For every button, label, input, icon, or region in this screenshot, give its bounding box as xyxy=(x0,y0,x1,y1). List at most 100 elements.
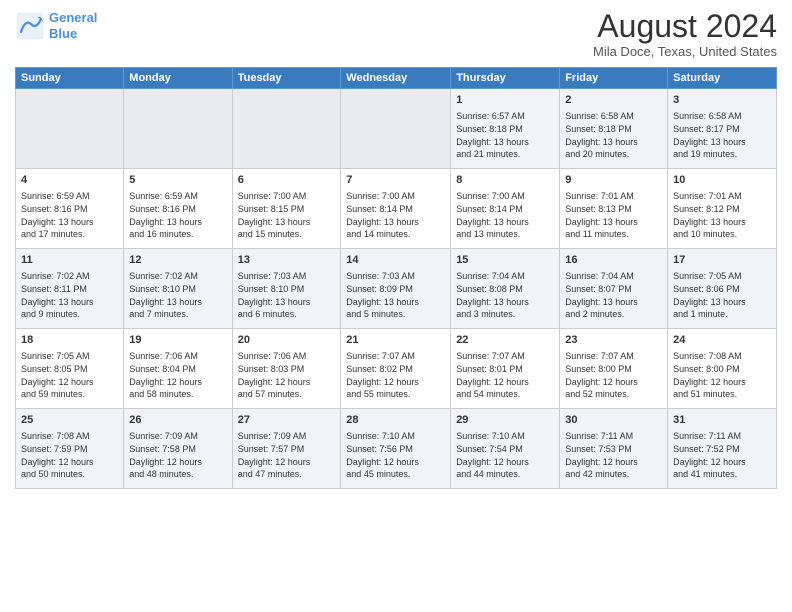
day-number: 16 xyxy=(565,253,662,268)
table-row: 4Sunrise: 6:59 AMSunset: 8:16 PMDaylight… xyxy=(16,169,124,249)
day-info: and 7 minutes. xyxy=(129,308,226,321)
day-number: 25 xyxy=(21,413,118,428)
day-info: and 55 minutes. xyxy=(346,388,445,401)
day-info: and 47 minutes. xyxy=(238,468,336,481)
day-info: and 57 minutes. xyxy=(238,388,336,401)
day-info: Sunset: 8:12 PM xyxy=(673,203,771,216)
day-info: and 15 minutes. xyxy=(238,228,336,241)
day-number: 14 xyxy=(346,253,445,268)
day-info: Sunrise: 7:05 AM xyxy=(673,270,771,283)
day-info: Sunset: 8:14 PM xyxy=(456,203,554,216)
day-info: Daylight: 13 hours xyxy=(21,216,118,229)
calendar-week-row: 18Sunrise: 7:05 AMSunset: 8:05 PMDayligh… xyxy=(16,329,777,409)
day-info: and 10 minutes. xyxy=(673,228,771,241)
day-number: 9 xyxy=(565,173,662,188)
calendar-week-row: 1Sunrise: 6:57 AMSunset: 8:18 PMDaylight… xyxy=(16,89,777,169)
col-sunday: Sunday xyxy=(16,68,124,89)
day-info: Sunrise: 6:57 AM xyxy=(456,110,554,123)
day-number: 30 xyxy=(565,413,662,428)
day-number: 27 xyxy=(238,413,336,428)
day-number: 18 xyxy=(21,333,118,348)
table-row: 27 Sunrise: 7:09 AMSunset: 7:57 PMDayligh… xyxy=(232,409,341,489)
day-number: 11 xyxy=(21,253,118,268)
day-info: Sunrise: 6:58 AM xyxy=(673,110,771,123)
day-info: Sunset: 8:13 PM xyxy=(565,203,662,216)
day-info: and 21 minutes. xyxy=(456,148,554,161)
col-monday: Monday xyxy=(124,68,232,89)
day-info: Sunrise: 7:09 AM xyxy=(238,430,336,443)
day-info: Daylight: 12 hours xyxy=(238,376,336,389)
day-info: and 44 minutes. xyxy=(456,468,554,481)
day-info: and 14 minutes. xyxy=(346,228,445,241)
day-info: Sunrise: 7:11 AM xyxy=(565,430,662,443)
day-info: and 6 minutes. xyxy=(238,308,336,321)
day-number: 26 xyxy=(129,413,226,428)
calendar-header-row: Sunday Monday Tuesday Wednesday Thursday… xyxy=(16,68,777,89)
day-info: Sunrise: 7:10 AM xyxy=(346,430,445,443)
day-number: 28 xyxy=(346,413,445,428)
day-info: and 17 minutes. xyxy=(21,228,118,241)
day-info: Sunset: 7:57 PM xyxy=(238,443,336,456)
table-row: 31Sunrise: 7:11 AMSunset: 7:52 PMDayligh… xyxy=(668,409,777,489)
day-number: 10 xyxy=(673,173,771,188)
table-row: 12Sunrise: 7:02 AMSunset: 8:10 PMDayligh… xyxy=(124,249,232,329)
day-info: Sunset: 8:07 PM xyxy=(565,283,662,296)
day-info: Daylight: 13 hours xyxy=(565,296,662,309)
day-info: Sunset: 7:58 PM xyxy=(129,443,226,456)
day-number: 24 xyxy=(673,333,771,348)
day-number: 1 xyxy=(456,93,554,108)
day-info: and 1 minute. xyxy=(673,308,771,321)
day-info: Daylight: 13 hours xyxy=(565,216,662,229)
day-info: Daylight: 12 hours xyxy=(21,456,118,469)
col-wednesday: Wednesday xyxy=(341,68,451,89)
title-block: August 2024 Mila Doce, Texas, United Sta… xyxy=(593,10,777,59)
table-row: 2 Sunrise: 6:58 AMSunset: 8:18 PMDaylight… xyxy=(560,89,668,169)
day-number: 29 xyxy=(456,413,554,428)
day-info: Sunrise: 7:11 AM xyxy=(673,430,771,443)
day-info: Sunrise: 7:08 AM xyxy=(21,430,118,443)
page: General Blue August 2024 Mila Doce, Texa… xyxy=(0,0,792,612)
day-info: Daylight: 12 hours xyxy=(565,376,662,389)
day-number: 22 xyxy=(456,333,554,348)
day-info: Sunset: 8:05 PM xyxy=(21,363,118,376)
day-number: 2 xyxy=(565,93,662,108)
day-info: and 5 minutes. xyxy=(346,308,445,321)
day-info: Sunset: 8:14 PM xyxy=(346,203,445,216)
day-info: Daylight: 12 hours xyxy=(565,456,662,469)
day-info: Daylight: 13 hours xyxy=(456,136,554,149)
day-info: Sunrise: 6:59 AM xyxy=(129,190,226,203)
table-row: 15Sunrise: 7:04 AMSunset: 8:08 PMDayligh… xyxy=(451,249,560,329)
day-info: Sunset: 8:18 PM xyxy=(565,123,662,136)
day-info: Sunset: 7:53 PM xyxy=(565,443,662,456)
table-row: 1Sunrise: 6:57 AMSunset: 8:18 PMDaylight… xyxy=(451,89,560,169)
day-info: Sunrise: 7:06 AM xyxy=(238,350,336,363)
day-info: Sunrise: 7:00 AM xyxy=(238,190,336,203)
day-info: Daylight: 13 hours xyxy=(129,296,226,309)
col-thursday: Thursday xyxy=(451,68,560,89)
col-friday: Friday xyxy=(560,68,668,89)
day-info: Daylight: 12 hours xyxy=(238,456,336,469)
day-info: and 42 minutes. xyxy=(565,468,662,481)
day-info: Sunset: 7:56 PM xyxy=(346,443,445,456)
table-row: 13Sunrise: 7:03 AMSunset: 8:10 PMDayligh… xyxy=(232,249,341,329)
day-info: Sunset: 8:06 PM xyxy=(673,283,771,296)
table-row: 17Sunrise: 7:05 AMSunset: 8:06 PMDayligh… xyxy=(668,249,777,329)
day-number: 23 xyxy=(565,333,662,348)
day-info: Sunrise: 7:09 AM xyxy=(129,430,226,443)
day-info: Sunrise: 7:03 AM xyxy=(238,270,336,283)
day-info: and 19 minutes. xyxy=(673,148,771,161)
day-number: 8 xyxy=(456,173,554,188)
day-info: Sunset: 8:01 PM xyxy=(456,363,554,376)
day-info: Sunrise: 7:07 AM xyxy=(456,350,554,363)
day-info: Sunrise: 6:58 AM xyxy=(565,110,662,123)
logo-line1: General xyxy=(49,10,97,25)
calendar-week-row: 25Sunrise: 7:08 AMSunset: 7:59 PMDayligh… xyxy=(16,409,777,489)
day-info: Daylight: 13 hours xyxy=(565,136,662,149)
day-info: Sunset: 8:15 PM xyxy=(238,203,336,216)
day-info: and 54 minutes. xyxy=(456,388,554,401)
day-info: Sunrise: 7:00 AM xyxy=(456,190,554,203)
table-row: 25Sunrise: 7:08 AMSunset: 7:59 PMDayligh… xyxy=(16,409,124,489)
day-info: Daylight: 13 hours xyxy=(673,216,771,229)
table-row: 18Sunrise: 7:05 AMSunset: 8:05 PMDayligh… xyxy=(16,329,124,409)
day-info: Sunrise: 7:03 AM xyxy=(346,270,445,283)
